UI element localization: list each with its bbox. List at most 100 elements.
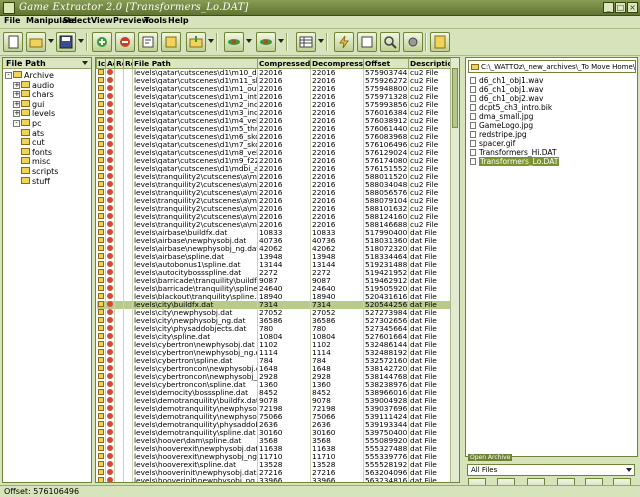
archive-file-item[interactable]: dcpt5_ch3_intro.bik [470, 103, 559, 112]
table-row[interactable]: levels\barricade\tranquility\buildfx.dat… [96, 277, 452, 285]
info-button[interactable] [357, 32, 377, 52]
expand-toggle-icon[interactable]: - [5, 72, 12, 79]
table-row[interactable]: levels\demotranquility\physaddobjects.da… [96, 421, 452, 429]
minimize-button[interactable]: _ [603, 2, 614, 13]
tree-node[interactable]: - pc [13, 119, 41, 128]
tree-node[interactable]: + chars [13, 90, 54, 99]
table-row[interactable]: levels\tranquility2\cutscenes\a\m8_tripl… [96, 221, 452, 229]
menu-tools[interactable]: Tools [144, 16, 167, 25]
table-row[interactable]: levels\qatar\cutscenes\d1\mdbi_airassult… [96, 165, 452, 173]
options-button[interactable] [403, 32, 423, 52]
close-button[interactable]: × [627, 2, 638, 13]
convert-dropdown-icon[interactable] [278, 39, 284, 43]
archive-file-item[interactable]: d6_ch1_obj1.wav [470, 85, 559, 94]
file-tree-header[interactable]: File Path [3, 58, 91, 69]
file-type-filter[interactable]: All Files [467, 464, 635, 476]
table-row[interactable]: levels\city\spline.dat 10804 10804 52760166… [96, 333, 452, 341]
table-row[interactable]: levels\qatar\cutscenes\d1\m7_skorpwreck.… [96, 141, 452, 149]
table-row[interactable]: levels\qatar\cutscenes\d1\m2_incinland.c… [96, 101, 452, 109]
expand-toggle-icon[interactable]: + [13, 110, 20, 118]
tree-node[interactable]: stuff [21, 176, 50, 186]
new-archive-button[interactable] [3, 32, 23, 52]
view-table-button[interactable] [296, 32, 316, 52]
expand-toggle-icon[interactable]: + [13, 100, 20, 108]
table-row[interactable]: levels\hooverexit\newphysobj_ng.dat11710… [96, 453, 452, 461]
table-row[interactable]: levels\qatar\cutscenes\d1\m1_intro.cu222… [96, 93, 452, 101]
table-row[interactable]: levels\city\buildfx.dat 7314 7314 520544256… [96, 301, 452, 309]
scan-button[interactable] [334, 32, 354, 52]
archive-file-item[interactable]: Transformers_Lo.DAT [470, 157, 560, 166]
archive-file-item[interactable]: spacer.gif [470, 139, 559, 148]
table-row[interactable]: levels\tranquility2\cutscenes\a\m1_samho… [96, 173, 452, 181]
add-files-button[interactable] [92, 32, 112, 52]
tree-node[interactable]: misc [21, 157, 51, 166]
table-row[interactable]: levels\autocitybossspline.dat 2272 2272 519… [96, 269, 452, 277]
table-row[interactable]: levels\qatar\cutscenes\d1\m5_throwpc.cu2… [96, 125, 452, 133]
archive-file-item[interactable]: GameLogo.jpg [470, 121, 559, 130]
tree-node[interactable]: + levels [13, 109, 55, 118]
tree-node[interactable]: - Archive [5, 71, 54, 80]
save-archive-button[interactable] [56, 32, 76, 52]
table-row[interactable]: levels\hooverexit\spline.dat 13528 13528 55… [96, 461, 452, 469]
table-row[interactable]: levels\tranquility2\cutscenes\a\m6_bmbld… [96, 205, 452, 213]
table-row[interactable]: levels\city\physaddobjects.dat 780 780 5273… [96, 325, 452, 333]
open-dropdown-icon[interactable] [48, 39, 54, 43]
table-row[interactable]: levels\tranquility2\cutscenes\a\m2_jazzd… [96, 181, 452, 189]
table-row[interactable]: levels\qatar\cutscenes\d1\m4_vehicles.cu… [96, 117, 452, 125]
table-row[interactable]: levels\demotranquility\newphysobj_ng.dat… [96, 413, 452, 421]
table-row[interactable]: levels\qatar\cutscenes\d1\m6_skorpintro.… [96, 133, 452, 141]
convert-button[interactable] [256, 32, 276, 52]
extract-button[interactable] [186, 32, 206, 52]
menu-file[interactable]: File [4, 16, 20, 25]
table-row[interactable]: levels\tranquility2\cutscenes\a\m5_bmbld… [96, 197, 452, 205]
preview-button[interactable] [224, 32, 244, 52]
table-row[interactable]: levels\hoover\dam\spline.dat 3568 3568 5550… [96, 437, 452, 445]
help-button[interactable] [430, 32, 450, 52]
archive-file-item[interactable]: d6_ch1_obj2.wav [470, 94, 559, 103]
expand-toggle-icon[interactable]: + [13, 91, 20, 99]
maximize-button[interactable]: □ [615, 2, 626, 13]
column-header[interactable]: Re [123, 58, 133, 69]
column-header[interactable]: Decompressed [310, 58, 364, 69]
archive-file-item[interactable]: redstripe.jpg [470, 130, 559, 139]
table-row[interactable]: levels\qatar\cutscenes\d1\m8_vehicles2.c… [96, 149, 452, 157]
table-row[interactable]: levels\hooverexit\newphysobj.dat 11638 116… [96, 445, 452, 453]
table-row[interactable]: levels\cybertron\spline.dat 784 784 5325721… [96, 357, 452, 365]
menu-help[interactable]: Help [168, 16, 189, 25]
rename-files-button[interactable] [138, 32, 158, 52]
table-row[interactable]: levels\demotranquility\spline.dat 30160 30… [96, 429, 452, 437]
table-scrollbar[interactable] [450, 58, 459, 482]
archive-file-item[interactable]: Transformers_Hi.DAT [470, 148, 559, 157]
table-row[interactable]: levels\qatar\cutscenes\d1\m9_f22.cu22201… [96, 157, 452, 165]
table-row[interactable]: levels\city\newphysobj.dat 27052 27052 5272… [96, 309, 452, 317]
archive-file-item[interactable]: dma_small.jpg [470, 112, 559, 121]
extract-dropdown-icon[interactable] [208, 39, 214, 43]
search-button[interactable] [380, 32, 400, 52]
table-row[interactable]: levels\democity\bossspline.dat 8452 8452 53… [96, 389, 452, 397]
table-row[interactable]: levels\hooverinit\newphysobj_ng.dat 33966… [96, 477, 452, 482]
menu-select[interactable]: Select [63, 16, 91, 25]
archive-file-item[interactable]: d6_ch1_obj1.wav [470, 76, 559, 85]
tree-node[interactable]: fonts [21, 147, 52, 157]
table-row[interactable]: levels\tranquility2\cutscenes\a\m7_tripl… [96, 213, 452, 221]
remove-files-button[interactable] [115, 32, 135, 52]
column-header[interactable]: Ad [105, 58, 115, 69]
table-row[interactable]: levels\airbase\newphysobj.dat 40736 40736 5… [96, 237, 452, 245]
table-row[interactable]: levels\tranquility2\cutscenes\a\m4_jazzd… [96, 189, 452, 197]
expand-toggle-icon[interactable]: + [13, 81, 20, 89]
table-row[interactable]: levels\demotranquility\newphysobj.dat721… [96, 405, 452, 413]
table-row[interactable]: levels\city\newphysobj_ng.dat 36586 36586 5… [96, 317, 452, 325]
replace-files-button[interactable] [161, 32, 181, 52]
table-row[interactable]: levels\qatar\cutscenes\d1\m1_outro.cu222… [96, 85, 452, 93]
view-dropdown-icon[interactable] [318, 39, 324, 43]
table-row[interactable]: levels\barricade\tranquility\spline.dat2… [96, 285, 452, 293]
table-row[interactable]: levels\qatar\cutscenes\d1\m11_skorpintro… [96, 77, 452, 85]
tree-node[interactable]: + gui [13, 99, 44, 109]
tree-node[interactable]: ats [21, 128, 44, 138]
table-row[interactable]: levels\demotranquility\buildfx.dat 9078 90… [96, 397, 452, 405]
table-row[interactable]: levels\cybertroncon\spline.dat 1360 1360 53… [96, 381, 452, 389]
table-row[interactable]: levels\hooverinit\newphysobj.dat 27216 272… [96, 469, 452, 477]
menu-view[interactable]: View [91, 16, 113, 25]
table-row[interactable]: levels\qatar\cutscenes\d1\m10_deadplanes… [96, 68, 452, 77]
table-row[interactable]: levels\airbase\buildfx.dat 10833 10833 5179… [96, 229, 452, 237]
